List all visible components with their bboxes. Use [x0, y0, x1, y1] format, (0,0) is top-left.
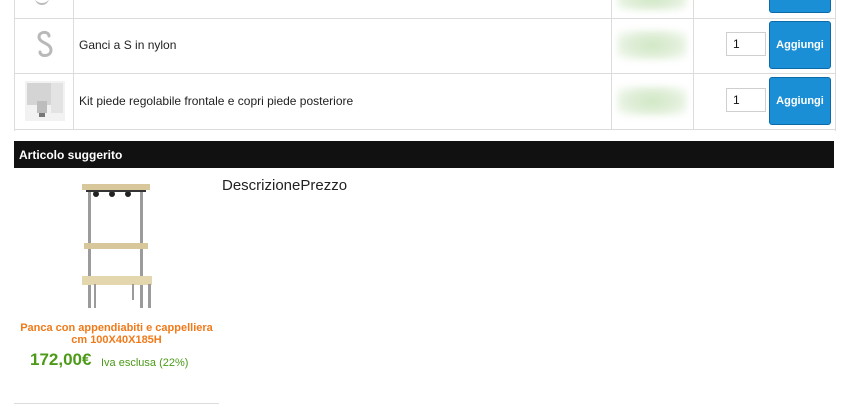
section-title: Articolo suggerito [19, 148, 123, 162]
accessories-table: Ganci a S in nylon 1 Aggiungi Kit piede … [14, 0, 836, 131]
divider [14, 403, 219, 404]
suggested-product-price: 172,00€ [30, 350, 92, 369]
column-headers: DescrizionePrezzo [222, 177, 348, 194]
table-row [15, 0, 835, 19]
add-to-cart-button[interactable]: Aggiungi [769, 77, 831, 125]
bench-image[interactable] [82, 180, 154, 312]
price-blur [617, 86, 687, 116]
add-to-cart-button[interactable] [769, 0, 831, 13]
price-blur [617, 30, 687, 60]
table-row: Kit piede regolabile frontale e copri pi… [15, 74, 835, 130]
quantity-input[interactable]: 1 [726, 32, 766, 56]
quantity-input[interactable]: 1 [726, 88, 766, 112]
suggested-product-name[interactable]: Panca con appendiabiti e cappelliera cm … [14, 322, 219, 346]
section-header: Articolo suggerito [14, 141, 834, 168]
partial-price-blur [617, 0, 687, 11]
add-to-cart-button[interactable]: Aggiungi [769, 21, 831, 69]
table-row: Ganci a S in nylon 1 Aggiungi [15, 18, 835, 74]
s-hook-thumbnail [25, 26, 65, 66]
foot-kit-thumbnail [25, 81, 65, 121]
partial-icon [35, 0, 49, 5]
product-name[interactable]: Ganci a S in nylon [79, 38, 176, 52]
suggested-product-card[interactable]: Panca con appendiabiti e cappelliera cm … [14, 178, 219, 403]
vat-note: Iva esclusa (22%) [101, 357, 189, 369]
product-name[interactable]: Kit piede regolabile frontale e copri pi… [79, 94, 353, 108]
